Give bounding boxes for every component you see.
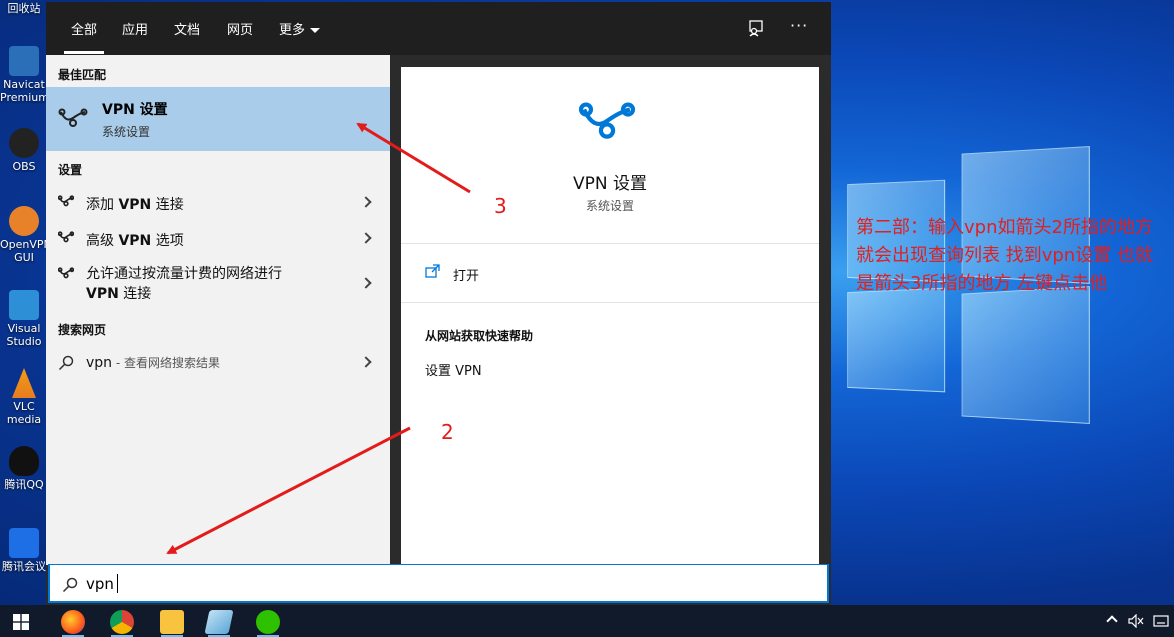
volume-muted-icon[interactable] (1128, 614, 1144, 628)
firefox-icon[interactable] (61, 610, 85, 634)
wechat-icon[interactable] (256, 610, 280, 634)
taskbar (0, 605, 1174, 637)
annotation-arrows (166, 122, 471, 555)
chevron-up-icon[interactable] (1106, 615, 1118, 627)
file-explorer-icon[interactable] (160, 610, 184, 634)
arrow-3-label: 3 (494, 194, 507, 218)
keyboard-icon[interactable] (1153, 613, 1169, 629)
arrow-3 (356, 122, 471, 194)
arrow-2 (166, 426, 411, 555)
arrow-2-label: 2 (441, 420, 454, 444)
notepad-icon[interactable] (204, 610, 234, 634)
windows-start-icon[interactable] (13, 614, 29, 630)
chrome-icon[interactable] (110, 610, 134, 634)
